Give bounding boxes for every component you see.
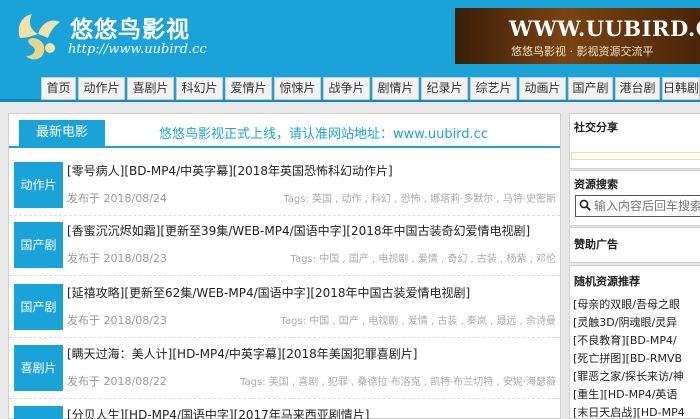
post-category-badge[interactable]: 喜剧片 <box>14 345 63 391</box>
site-url: http://www.uubird.cc <box>68 42 207 57</box>
post-title-link[interactable]: [延禧攻略][更新至62集/WEB-MP4/国语中字][2018年中国古装爱情电… <box>67 284 470 301</box>
site-name[interactable]: 悠悠鸟影视 <box>70 10 190 44</box>
banner-url: WWW.UUBIRD.C <box>509 16 700 41</box>
main-nav: 首页 动作片 喜剧片 科幻片 爱情片 惊悚片 战争片 剧情片 纪录片 综艺片 动… <box>0 74 700 102</box>
site-header: 悠悠鸟影视 http://www.uubird.cc WWW.UUBIRD.C … <box>0 0 700 74</box>
nav-item-animation[interactable]: 动画片 <box>519 77 566 100</box>
post-title-link[interactable]: [香蜜沉沉烬如霜][更新至39集/WEB-MP4/国语中字][2018年中国古装… <box>67 222 530 239</box>
post-tags[interactable]: Tags: 中国 , 国产 , 电视剧 , 爱情 , 奇幻 , 古装 , 杨紫 … <box>291 250 556 265</box>
post-title-link[interactable]: [零号病人][BD-MP4/中英字幕][2018年英国恐怖科幻动作片] <box>67 162 393 179</box>
random-title: 随机资源推荐 <box>574 275 640 288</box>
share-title: 社交分享 <box>574 121 618 134</box>
share-widget: 社交分享 <box>569 113 700 169</box>
search-box[interactable] <box>575 195 700 217</box>
post-category-badge[interactable]: 动作片 <box>14 162 63 208</box>
ad-widget: 赞助广告 <box>569 227 700 263</box>
post-category-badge[interactable] <box>14 406 63 419</box>
search-input[interactable] <box>594 197 700 215</box>
ad-title: 赞助广告 <box>574 238 618 251</box>
nav-item-comedy[interactable]: 喜剧片 <box>127 77 174 100</box>
post-category-badge[interactable]: 国产剧 <box>14 222 63 268</box>
nav-item-hk-tw-series[interactable]: 港台剧 <box>615 77 660 100</box>
nav-item-scifi[interactable]: 科幻片 <box>176 77 223 100</box>
post-title-link[interactable]: [瞒天过海：美人计][HD-MP4/中英字幕][2018年美国犯罪喜剧片] <box>67 345 418 362</box>
latest-movies-panel: 最新电影 悠悠鸟影视正式上线，请认准网站地址：www.uubird.cc 动作片… <box>8 113 561 419</box>
header-banner[interactable]: WWW.UUBIRD.C 悠悠鸟影视 · 影视资源交流平 <box>455 8 700 64</box>
post-date: 发布于 2018/08/23 <box>67 314 167 327</box>
nav-item-action[interactable]: 动作片 <box>78 77 125 100</box>
random-item-link[interactable]: [罪恶之家/探长来访/神 <box>573 368 684 384</box>
post-item: [分贝人生][HD-MP4/国语中字][2017年马来西亚剧情片] <box>9 402 560 419</box>
share-buttons-bar[interactable] <box>571 152 700 160</box>
nav-item-home[interactable]: 首页 <box>41 77 76 100</box>
post-item: 动作片 [零号病人][BD-MP4/中英字幕][2018年英国恐怖科幻动作片] … <box>9 158 560 216</box>
nav-item-drama[interactable]: 剧情片 <box>372 77 419 100</box>
search-title: 资源搜索 <box>574 178 618 191</box>
search-widget: 资源搜索 <box>569 170 700 226</box>
nav-item-romance[interactable]: 爱情片 <box>225 77 272 100</box>
post-item: 国产剧 [延禧攻略][更新至62集/WEB-MP4/国语中字][2018年中国古… <box>9 280 560 338</box>
random-item-link[interactable]: [重生][HD-MP4/英语 <box>573 386 677 402</box>
nav-item-documentary[interactable]: 纪录片 <box>421 77 468 100</box>
nav-item-jp-kr-series[interactable]: 日韩剧 <box>662 77 700 100</box>
post-title-link[interactable]: [分贝人生][HD-MP4/国语中字][2017年马来西亚剧情片] <box>67 406 370 419</box>
random-item-link[interactable]: [灵触3D/阴魂眼/灵异 <box>573 314 677 330</box>
nav-item-variety[interactable]: 综艺片 <box>470 77 517 100</box>
post-tags[interactable]: Tags: 英国 , 动作 , 科幻 , 恐怖 , 娜塔莉·多默尔 , 马特·史… <box>283 190 556 205</box>
site-notice: 悠悠鸟影视正式上线，请认准网站地址：www.uubird.cc <box>159 127 488 142</box>
nav-item-thriller[interactable]: 惊悚片 <box>274 77 321 100</box>
post-date: 发布于 2018/08/22 <box>67 375 167 388</box>
post-date: 发布于 2018/08/24 <box>67 192 167 205</box>
post-item: 喜剧片 [瞒天过海：美人计][HD-MP4/中英字幕][2018年美国犯罪喜剧片… <box>9 341 560 399</box>
random-item-link[interactable]: [母亲的双眼/吾母之眼 <box>573 296 680 312</box>
post-date: 发布于 2018/08/23 <box>67 252 167 265</box>
random-item-link[interactable]: [死亡拼图][BD-RMVB <box>573 350 682 366</box>
banner-tagline: 悠悠鸟影视 · 影视资源交流平 <box>511 45 654 58</box>
nav-item-war[interactable]: 战争片 <box>323 77 370 100</box>
random-item-link[interactable]: [不良教育][BD-MP4/ <box>573 332 677 348</box>
panel-header: 最新电影 悠悠鸟影视正式上线，请认准网站地址：www.uubird.cc <box>9 114 560 148</box>
post-item: 国产剧 [香蜜沉沉烬如霜][更新至39集/WEB-MP4/国语中字][2018年… <box>9 218 560 276</box>
post-category-badge[interactable]: 国产剧 <box>14 284 63 330</box>
bird-logo-icon[interactable] <box>12 8 64 64</box>
tab-latest-movies[interactable]: 最新电影 <box>19 120 105 146</box>
post-tags[interactable]: Tags: 中国 , 国产 , 电视剧 , 爱情 , 古装 , 秦岚 , 聂远 … <box>281 312 556 327</box>
random-widget: 随机资源推荐 [母亲的双眼/吾母之眼 [灵触3D/阴魂眼/灵异 [不良教育][B… <box>569 265 700 419</box>
search-icon <box>579 199 591 211</box>
nav-item-cn-series[interactable]: 国产剧 <box>568 77 613 100</box>
random-item-link[interactable]: [末日天启战][HD-MP4 <box>573 404 685 419</box>
post-tags[interactable]: Tags: 美国 , 喜剧 , 犯罪 , 桑德拉·布洛克 , 凯特·布兰切特 ,… <box>240 373 556 388</box>
